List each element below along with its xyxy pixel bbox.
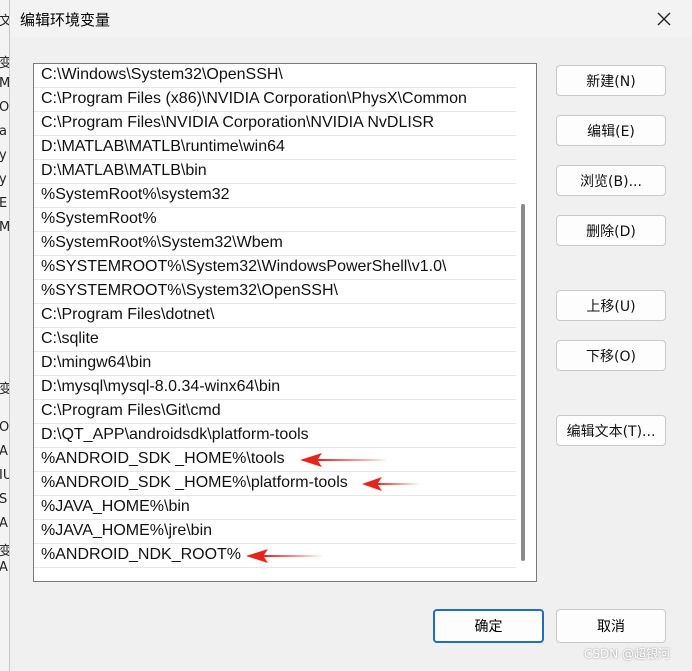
move-up-button[interactable]: 上移(U) — [556, 290, 666, 321]
list-item-text: C:\sqlite — [41, 330, 99, 347]
list-item-text: %JAVA_HOME%\jre\bin — [41, 522, 213, 539]
list-item-text: C:\Program Files\dotnet\ — [41, 306, 215, 323]
path-list[interactable]: C:\Windows\System32\OpenSSH\ C:\Program … — [33, 63, 537, 582]
list-item[interactable]: C:\Program Files (x86)\NVIDIA Corporatio… — [34, 88, 516, 112]
list-item-text: %JAVA_HOME%\bin — [41, 498, 190, 515]
cancel-button[interactable]: 取消 — [556, 609, 666, 643]
title-bar: 编辑环境变量 — [10, 0, 692, 38]
new-button[interactable]: 新建(N) — [556, 65, 666, 96]
dialog-title: 编辑环境变量 — [20, 11, 111, 29]
list-item[interactable]: C:\Program Files\dotnet\ — [34, 304, 516, 328]
list-item[interactable]: %SystemRoot% — [34, 208, 516, 232]
list-item[interactable]: C:\Program Files\Git\cmd — [34, 400, 516, 424]
close-button[interactable] — [644, 4, 684, 34]
list-item-text: %SYSTEMROOT%\System32\WindowsPowerShell\… — [41, 258, 447, 275]
list-item-text: %SystemRoot%\System32\Wbem — [41, 234, 283, 251]
move-down-button[interactable]: 下移(O) — [556, 340, 666, 371]
list-item-text: D:\mingw64\bin — [41, 354, 152, 371]
list-item-text: %SystemRoot% — [41, 210, 157, 227]
list-item[interactable]: %ANDROID_SDK _HOME%\tools — [34, 448, 516, 472]
bg-fragment: a — [0, 124, 7, 139]
list-item[interactable]: C:\Program Files\NVIDIA Corporation\NVID… — [34, 112, 516, 136]
close-icon — [657, 12, 671, 26]
list-item[interactable]: %SYSTEMROOT%\System32\WindowsPowerShell\… — [34, 256, 516, 280]
list-item-text: %SystemRoot%\system32 — [41, 186, 230, 203]
bg-fragment: y — [0, 148, 7, 163]
edit-environment-variable-dialog: 编辑环境变量 C:\Windows\System32\OpenSSH\ C:\P… — [9, 0, 692, 671]
list-item[interactable]: C:\sqlite — [34, 328, 516, 352]
list-item[interactable]: D:\mingw64\bin — [34, 352, 516, 376]
bg-fragment: S — [0, 492, 7, 507]
list-item[interactable]: D:\MATLAB\MATLB\bin — [34, 160, 516, 184]
list-item[interactable]: D:\mysql\mysql-8.0.34-winx64\bin — [34, 376, 516, 400]
bg-fragment: A — [0, 560, 8, 575]
vertical-scrollbar[interactable] — [521, 204, 525, 561]
list-item-text: %ANDROID_SDK _HOME%\platform-tools — [41, 474, 348, 491]
list-item[interactable]: %SystemRoot%\System32\Wbem — [34, 232, 516, 256]
list-item-text: D:\MATLAB\MATLB\bin — [41, 162, 207, 179]
list-item-text: %SYSTEMROOT%\System32\OpenSSH\ — [41, 282, 338, 299]
annotation-arrow-icon — [300, 453, 388, 467]
list-item[interactable]: %JAVA_HOME%\jre\bin — [34, 520, 516, 544]
list-item[interactable]: D:\QT_APP\androidsdk\platform-tools — [34, 424, 516, 448]
bg-fragment: A — [0, 444, 8, 459]
bg-fragment: E — [0, 196, 7, 211]
bg-fragment: A — [0, 516, 8, 531]
list-item-text: C:\Program Files\Git\cmd — [41, 402, 221, 419]
list-item-text: %ANDROID_NDK_ROOT% — [41, 546, 242, 563]
bg-fragment: y — [0, 172, 7, 187]
list-item[interactable]: %ANDROID_SDK _HOME%\platform-tools — [34, 472, 516, 496]
list-item-text: D:\QT_APP\androidsdk\platform-tools — [41, 426, 309, 443]
list-item[interactable]: D:\MATLAB\MATLB\runtime\win64 — [34, 136, 516, 160]
annotation-arrow-icon — [362, 477, 420, 491]
ok-button[interactable]: 确定 — [433, 609, 544, 643]
list-item-text: D:\mysql\mysql-8.0.34-winx64\bin — [41, 378, 281, 395]
browse-button[interactable]: 浏览(B)... — [556, 165, 666, 196]
edit-button[interactable]: 编辑(E) — [556, 115, 666, 146]
list-item-text: D:\MATLAB\MATLB\runtime\win64 — [41, 138, 285, 155]
list-item[interactable]: %SYSTEMROOT%\System32\OpenSSH\ — [34, 280, 516, 304]
list-item-text: C:\Windows\System32\OpenSSH\ — [41, 66, 283, 83]
edit-text-button[interactable]: 编辑文本(T)... — [556, 415, 666, 446]
delete-button[interactable]: 删除(D) — [556, 215, 666, 246]
list-item-text: C:\Program Files\NVIDIA Corporation\NVID… — [41, 114, 435, 131]
list-item[interactable]: %SystemRoot%\system32 — [34, 184, 516, 208]
list-item-text: %ANDROID_SDK _HOME%\tools — [41, 450, 285, 467]
list-item-text: C:\Program Files (x86)\NVIDIA Corporatio… — [41, 90, 467, 107]
list-item[interactable]: %JAVA_HOME%\bin — [34, 496, 516, 520]
watermark: CSDN @超银河 — [584, 647, 671, 661]
list-item[interactable]: C:\Windows\System32\OpenSSH\ — [34, 64, 516, 88]
annotation-arrow-icon — [246, 549, 324, 563]
